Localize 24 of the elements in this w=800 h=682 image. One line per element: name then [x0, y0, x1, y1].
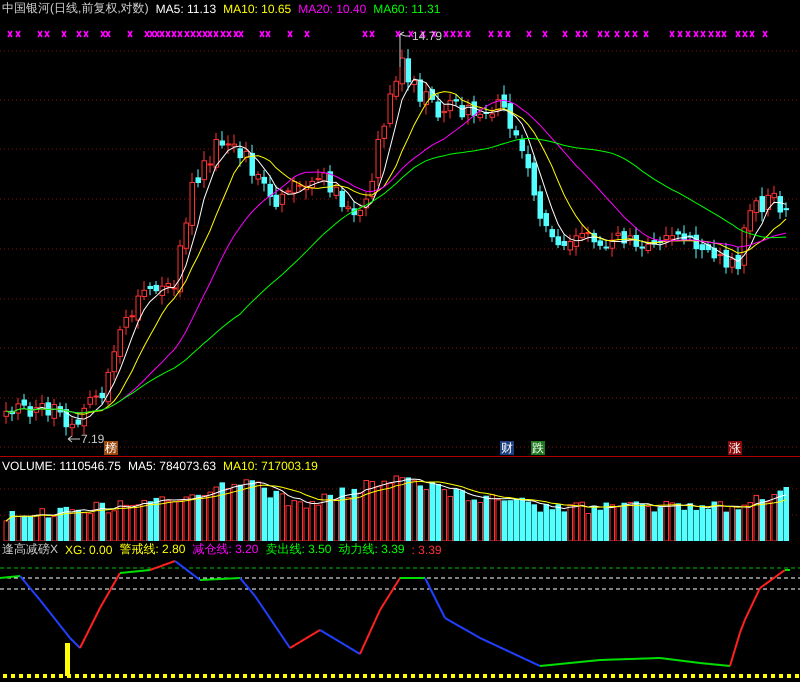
volume-value: VOLUME: 1110546.75	[2, 458, 121, 472]
moving-average-value: MA5: 11.13	[156, 2, 216, 16]
price-high-label: 14.79	[412, 29, 442, 43]
indicator-value: : 3.39	[412, 542, 442, 556]
indicator-name: 逢高减磅X	[2, 541, 58, 558]
volume-value: MA10: 717003.19	[223, 458, 318, 472]
moving-average-value: MA60: 11.31	[373, 2, 440, 16]
indicator-value: 卖出线: 3.50	[265, 541, 332, 558]
event-tag[interactable]: 财	[500, 441, 514, 455]
event-tag[interactable]: 跌	[531, 441, 545, 455]
leader-line	[68, 436, 80, 442]
indicator-value: 动力线: 3.39	[338, 541, 405, 558]
indicator-value: 减仓线: 3.20	[192, 541, 258, 558]
volume-value: MA5: 784073.63	[128, 458, 216, 472]
leader-line	[400, 32, 410, 68]
signal-bar	[65, 643, 70, 676]
price-low-label: 7.19	[81, 432, 104, 446]
chart-title: 中国银河(日线,前复权,对数)	[2, 0, 149, 17]
indicator-value: XG: 0.00	[65, 542, 112, 556]
moving-average-value: MA10: 10.65	[223, 2, 292, 16]
moving-average-value: MA20: 10.40	[298, 2, 366, 16]
event-tag[interactable]: 榜	[104, 441, 118, 455]
indicator-value: 警戒线: 2.80	[119, 541, 186, 558]
event-tag[interactable]: 涨	[728, 441, 742, 455]
